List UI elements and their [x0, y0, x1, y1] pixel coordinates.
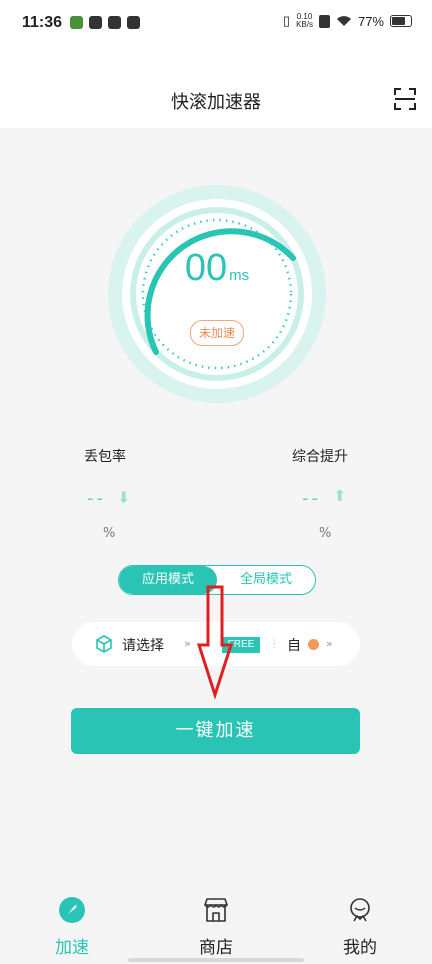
notification-icons [70, 16, 140, 29]
packet-loss-unit: % [103, 526, 116, 541]
net-speed: 0.10 KB/s [296, 13, 313, 29]
acceleration-status-badge: 未加速 [190, 320, 244, 346]
status-right: ▯ 0.10 KB/s 77% [283, 13, 412, 29]
chevron-right-icon: » [184, 637, 191, 650]
tab-store[interactable]: 商店 [166, 888, 266, 958]
profile-icon [350, 898, 370, 922]
ping-value: 00 [184, 247, 228, 289]
wifi-icon [336, 16, 351, 26]
tab-label-accelerate: 加速 [55, 938, 89, 958]
gauge-arcs [130, 207, 304, 381]
auto-node-label: 自 [287, 638, 301, 654]
annotation-arrow-icon [196, 585, 234, 700]
ping-readout: 00 ms [108, 247, 326, 290]
status-time: 11:36 [22, 14, 63, 31]
status-bar: 11:36 ▯ 0.10 KB/s 77% [0, 0, 432, 44]
sim-off-icon [318, 14, 330, 28]
mail-icon [127, 16, 140, 29]
chevron-right-icon-2: » [326, 637, 333, 650]
packet-loss-value: -- [87, 488, 106, 509]
scan-icon[interactable] [394, 88, 416, 110]
arrow-up-icon: ⬆ [333, 486, 347, 505]
tab-accelerate[interactable]: 加速 [22, 888, 122, 958]
packet-loss-label: 丢包率 [84, 449, 126, 465]
improvement-label: 综合提升 [292, 449, 348, 465]
improvement-unit: % [319, 526, 332, 541]
battery-icon [390, 15, 412, 27]
ping-unit: ms [229, 267, 250, 284]
node-status-dot [308, 639, 319, 650]
one-click-accelerate-button[interactable]: 一键加速 [71, 708, 360, 754]
tab-profile[interactable]: 我的 [310, 888, 410, 958]
battery-percent: 77% [357, 13, 384, 29]
cube-icon [96, 635, 112, 653]
app-notification-icon [70, 16, 83, 29]
app-header: 快滚加速器 [0, 44, 432, 128]
shield-icon [89, 16, 102, 29]
link-icon [108, 16, 121, 29]
tab-label-profile: 我的 [343, 938, 377, 958]
tab-label-store: 商店 [199, 938, 233, 958]
home-indicator[interactable] [128, 958, 304, 962]
divider-icon: ⋮ [269, 637, 280, 650]
page-title: 快滚加速器 [171, 92, 261, 113]
rocket-icon [59, 897, 85, 923]
net-speed-unit: KB/s [296, 20, 313, 29]
vibrate-icon: ▯ [282, 13, 291, 28]
select-placeholder: 请选择 [122, 638, 164, 654]
store-icon [204, 898, 228, 922]
latency-gauge: 00 ms 未加速 [108, 185, 326, 403]
improvement-value: -- [302, 488, 321, 509]
arrow-down-icon: ⬇ [117, 488, 131, 507]
bottom-tab-bar: 加速 商店 我的 [0, 888, 432, 964]
